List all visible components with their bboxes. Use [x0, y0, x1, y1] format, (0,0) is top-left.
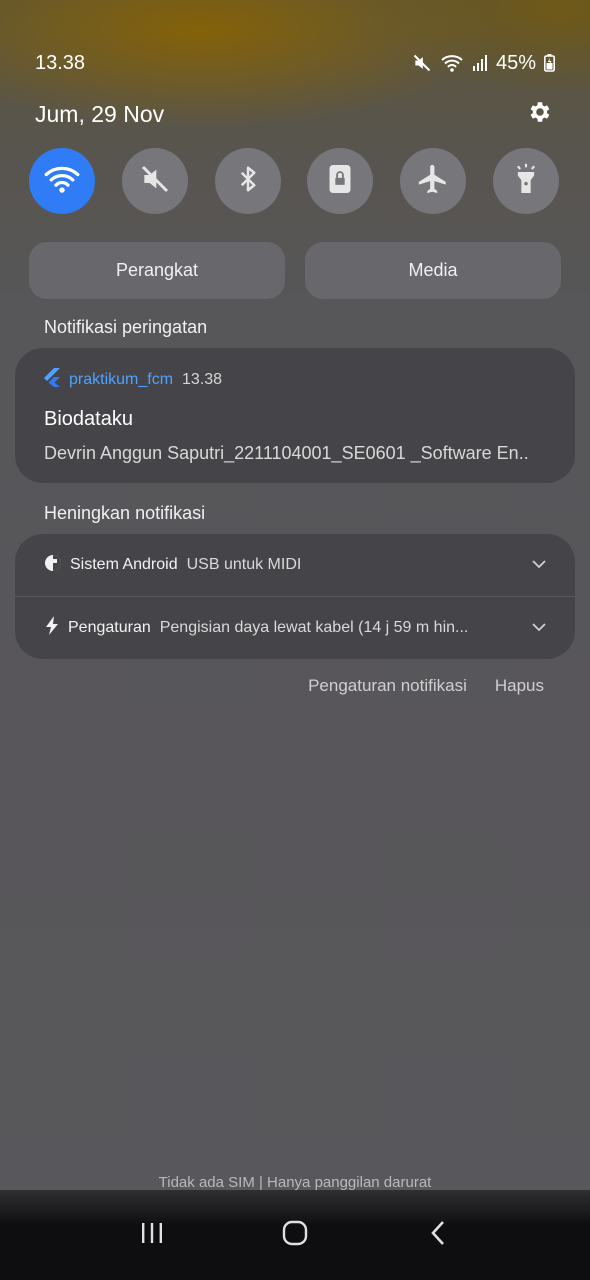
alert-section-label: Notifikasi peringatan [44, 317, 208, 337]
toggle-airplane[interactable] [400, 148, 467, 214]
mute-icon [139, 163, 171, 200]
back-button[interactable] [413, 1210, 463, 1260]
home-icon [281, 1219, 309, 1252]
recent-apps-button[interactable] [127, 1210, 177, 1260]
mute-icon [412, 53, 432, 73]
notification-card[interactable]: praktikum_fcm 13.38 Biodataku Devrin Ang… [15, 348, 575, 483]
home-button[interactable] [270, 1210, 320, 1260]
signal-icon [472, 54, 488, 72]
toggle-portrait-lock[interactable] [307, 148, 374, 214]
silent-app-name: Pengaturan [68, 619, 151, 636]
silent-app-name: Sistem Android [70, 556, 178, 573]
silent-section-label: Heningkan notifikasi [44, 503, 206, 523]
bluetooth-icon [233, 163, 263, 200]
toggle-bluetooth[interactable] [214, 148, 281, 214]
status-bar: 13.38 45% [35, 48, 555, 78]
media-button[interactable]: Media [305, 242, 561, 299]
airplane-icon [416, 162, 450, 201]
battery-percent: 45% [495, 51, 536, 74]
notification-header: praktikum_fcm 13.38 [44, 368, 547, 392]
date-header: Jum, 29 Nov [35, 96, 552, 132]
status-time: 13.38 [35, 51, 86, 74]
toggle-wifi[interactable] [29, 148, 95, 214]
flashlight-icon [512, 162, 540, 201]
date-label: Jum, 29 Nov [35, 100, 165, 127]
charging-bolt-icon [44, 616, 60, 640]
clear-button[interactable]: Hapus [495, 676, 544, 696]
wifi-icon [440, 53, 464, 73]
silent-message: Pengisian daya lewat kabel (14 j 59 m hi… [159, 619, 469, 636]
battery-icon [544, 54, 555, 72]
navigation-bar [0, 1190, 590, 1280]
wifi-icon [44, 164, 80, 199]
devices-button[interactable]: Perangkat [29, 242, 285, 299]
quick-toggles [29, 148, 559, 214]
notification-actions: Pengaturan notifikasi Hapus [308, 672, 544, 700]
lock-icon [326, 163, 354, 200]
list-item[interactable]: Pengaturan Pengisian daya lewat kabel (1… [15, 596, 575, 659]
chevron-down-icon[interactable] [531, 619, 547, 637]
status-icons: 45% [412, 52, 555, 75]
silent-message: USB untuk MIDI [186, 556, 302, 573]
output-buttons: Perangkat Media [29, 242, 561, 299]
silent-notifications-card: Sistem Android USB untuk MIDI Pengaturan… [15, 534, 575, 659]
chevron-down-icon[interactable] [531, 556, 547, 574]
back-icon [428, 1219, 448, 1252]
toggle-flashlight[interactable] [492, 148, 559, 214]
notification-title: Biodataku [44, 408, 133, 430]
android-system-icon [44, 554, 62, 577]
sim-status: Tidak ada SIM | Hanya panggilan darurat [158, 1174, 432, 1191]
recents-icon [139, 1221, 165, 1250]
flutter-icon [44, 368, 61, 392]
notification-body: Devrin Anggun Saputri_2211104001_SE0601 … [44, 443, 529, 463]
gear-icon[interactable] [526, 99, 552, 130]
notification-app-name: praktikum_fcm [69, 371, 174, 388]
notification-time: 13.38 [182, 371, 223, 388]
toggle-sound[interactable] [121, 148, 188, 214]
notification-settings-button[interactable]: Pengaturan notifikasi [308, 676, 467, 696]
list-item[interactable]: Sistem Android USB untuk MIDI [15, 534, 575, 596]
